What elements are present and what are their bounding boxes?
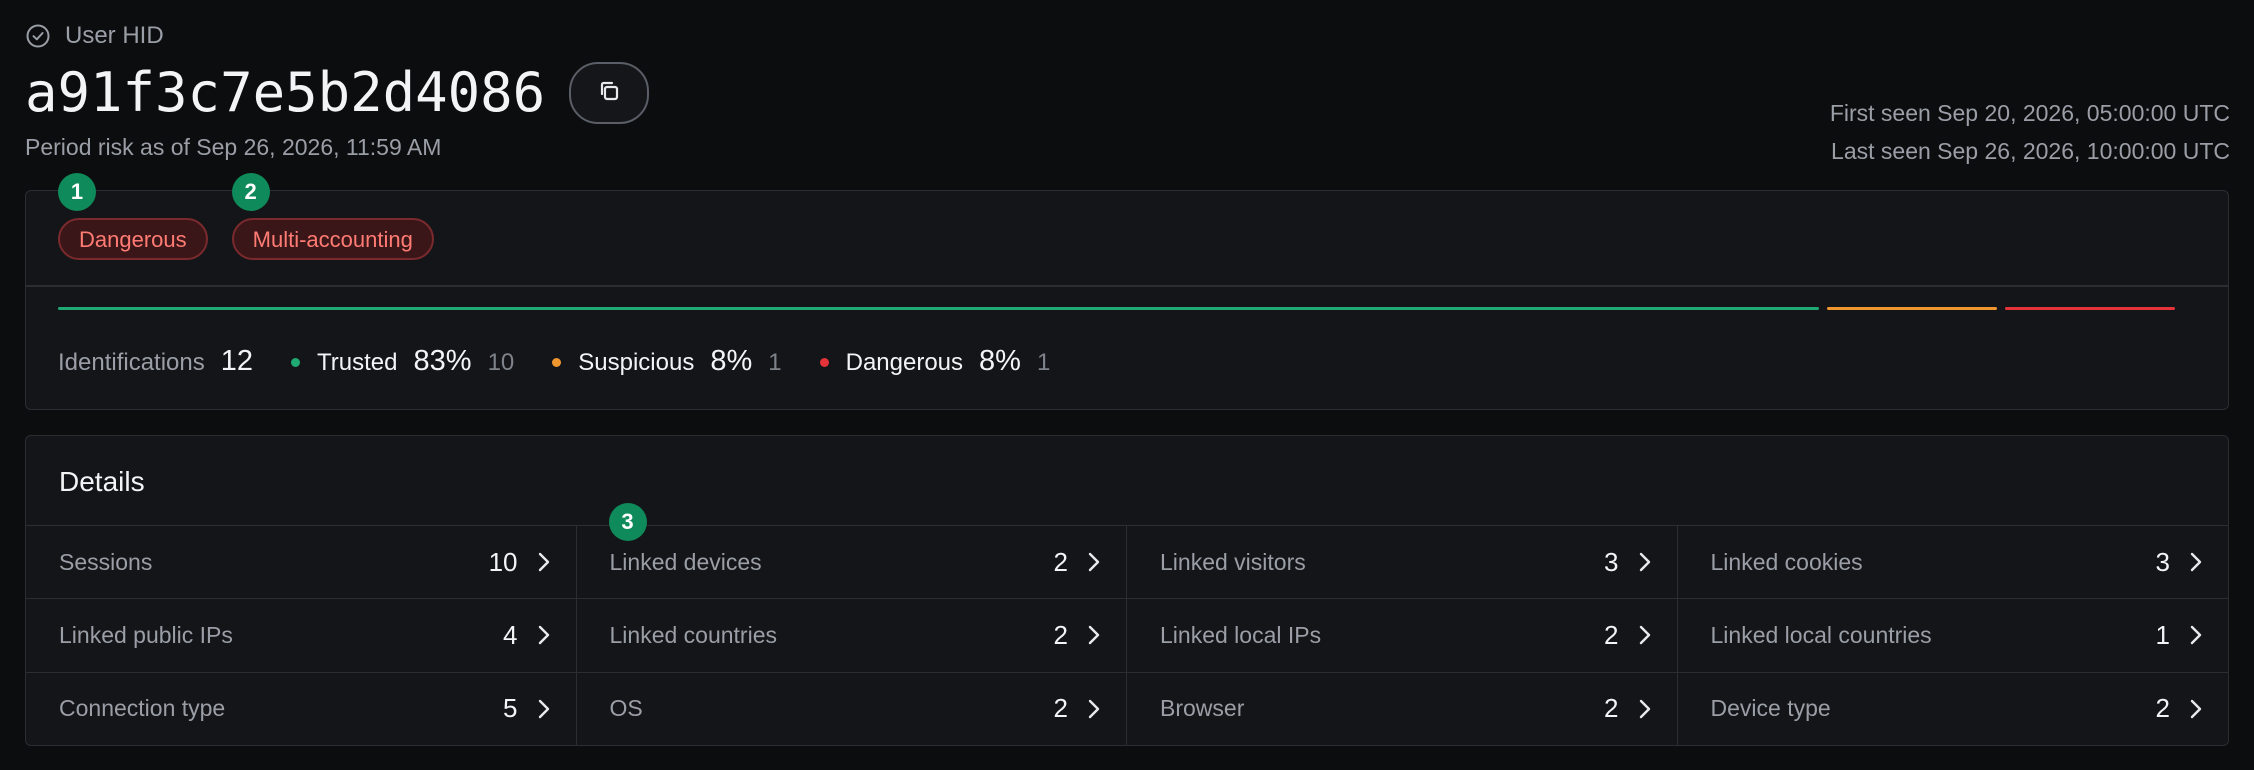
trusted-count: 10 (487, 349, 515, 376)
detail-label: OS (609, 695, 643, 722)
chevron-right-icon (2188, 698, 2204, 720)
detail-label: Linked devices (609, 548, 762, 575)
chevron-right-icon (2188, 551, 2204, 573)
detail-device-type[interactable]: Device type 2 (1677, 671, 2228, 745)
detail-linked-countries[interactable]: Linked countries 2 (576, 598, 1127, 672)
chevron-right-icon (1086, 624, 1102, 646)
trusted-label: Trusted (317, 349, 398, 376)
hid-label: User HID (65, 22, 164, 49)
detail-value: 2 (1053, 619, 1068, 650)
hid-value: a91f3c7e5b2d4086 (25, 61, 546, 124)
detail-value: 3 (1604, 546, 1619, 577)
annotation-marker-1: 1 (58, 173, 96, 211)
detail-linked-public-ips[interactable]: Linked public IPs 4 (26, 598, 577, 672)
copy-hid-button[interactable] (569, 62, 650, 124)
detail-label: Linked local countries (1710, 621, 1932, 648)
last-seen: Last seen Sep 26, 2026, 10:00:00 UTC (1831, 138, 2230, 164)
suspicious-count: 1 (768, 349, 782, 376)
detail-browser[interactable]: Browser 2 (1127, 671, 1678, 745)
detail-value: 5 (503, 693, 518, 724)
chevron-right-icon (1637, 551, 1653, 573)
annotation-marker-3: 3 (608, 503, 647, 541)
dangerous-percent: 8% (979, 345, 1021, 377)
detail-os[interactable]: OS 2 (576, 671, 1127, 745)
detail-linked-local-ips[interactable]: Linked local IPs 2 (1127, 598, 1678, 672)
first-seen: First seen Sep 20, 2026, 05:00:00 UTC (1829, 100, 2230, 126)
detail-label: Linked countries (609, 621, 778, 648)
chevron-right-icon (1637, 624, 1653, 646)
detail-value: 2 (1604, 619, 1619, 650)
identifications-label: Identifications (58, 349, 205, 376)
tag-dangerous[interactable]: Dangerous (58, 218, 208, 260)
detail-value: 2 (1053, 546, 1068, 577)
risk-bar-dangerous (2005, 307, 2175, 310)
suspicious-label: Suspicious (578, 349, 695, 376)
detail-label: Device type (1710, 695, 1831, 722)
risk-summary-panel: 1 Dangerous 2 Multi-accounting Identific… (25, 173, 2229, 410)
chevron-right-icon (1086, 551, 1102, 573)
tag-multi-accounting[interactable]: Multi-accounting (231, 218, 434, 260)
detail-value: 3 (2155, 546, 2170, 577)
trusted-dot-icon (291, 358, 301, 367)
identification-stats: Identifications 12 Trusted 83% 10 Suspic… (58, 345, 1050, 378)
detail-label: Linked visitors (1160, 548, 1306, 575)
panel-divider (26, 285, 2228, 287)
chevron-right-icon (536, 698, 552, 720)
dangerous-dot-icon (819, 358, 829, 367)
detail-connection-type[interactable]: Connection type 5 (26, 671, 577, 745)
identifications-count: 12 (220, 345, 254, 377)
detail-value: 1 (2155, 619, 2170, 650)
chevron-right-icon (1086, 698, 1102, 720)
risk-tags: 1 Dangerous 2 Multi-accounting (58, 173, 434, 260)
detail-label: Linked public IPs (59, 621, 233, 648)
detail-value: 2 (2155, 693, 2170, 724)
suspicious-percent: 8% (710, 345, 753, 377)
detail-value: 4 (503, 619, 518, 650)
dangerous-count: 1 (1036, 349, 1051, 376)
trusted-percent: 83% (413, 345, 472, 377)
detail-value: 10 (488, 546, 518, 577)
detail-linked-visitors[interactable]: Linked visitors 3 (1127, 525, 1678, 599)
detail-value: 2 (1053, 693, 1068, 724)
chevron-right-icon (2188, 624, 2204, 646)
detail-value: 2 (1604, 693, 1619, 724)
copy-icon (596, 78, 622, 109)
annotation-marker-2: 2 (231, 173, 270, 211)
detail-label: Sessions (59, 548, 153, 575)
chevron-right-icon (1637, 698, 1653, 720)
dangerous-label: Dangerous (845, 349, 964, 376)
risk-distribution-bar (58, 307, 2196, 310)
detail-linked-local-countries[interactable]: Linked local countries 1 (1677, 598, 2228, 671)
detail-label: Browser (1160, 695, 1245, 722)
user-header: User HID a91f3c7e5b2d4086 Period risk as… (25, 22, 2230, 172)
detail-label: Connection type (59, 695, 226, 722)
details-title: Details (59, 466, 145, 497)
detail-label: Linked local IPs (1160, 621, 1322, 648)
chevron-right-icon (536, 551, 552, 573)
hid-label-row: User HID (25, 22, 2230, 50)
risk-bar-trusted (58, 307, 1820, 310)
details-panel: Details Sessions 10 3 Linked devices 2 Link… (25, 435, 2229, 746)
detail-label: Linked cookies (1710, 548, 1863, 575)
risk-bar-suspicious (1827, 307, 1998, 310)
tag-dangerous-wrap: 1 Dangerous (58, 173, 208, 260)
suspicious-dot-icon (552, 358, 562, 367)
details-grid: Sessions 10 3 Linked devices 2 Linked visit… (26, 503, 2228, 745)
detail-linked-devices[interactable]: 3 Linked devices 2 (576, 503, 1127, 599)
chevron-right-icon (536, 624, 552, 646)
seen-dates: First seen Sep 20, 2026, 05:00:00 UTC La… (1830, 94, 2230, 170)
detail-linked-cookies[interactable]: Linked cookies 3 (1677, 525, 2228, 598)
check-circle-icon (25, 23, 51, 49)
detail-sessions[interactable]: Sessions 10 (26, 525, 577, 599)
tag-multi-accounting-wrap: 2 Multi-accounting (231, 173, 434, 260)
